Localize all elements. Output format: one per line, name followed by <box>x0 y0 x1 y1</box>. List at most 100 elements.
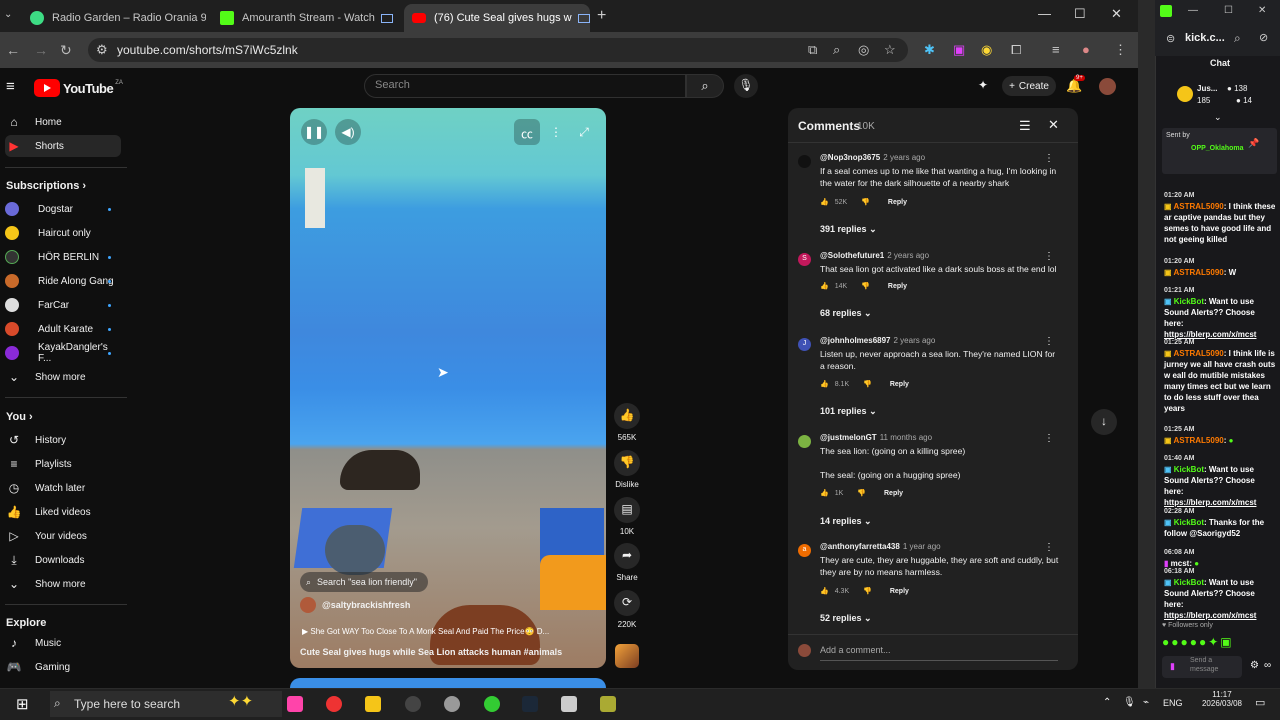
related-video-link[interactable]: ▶ She Got WAY Too Close To A Monk Seal A… <box>302 627 549 636</box>
reply-button[interactable]: Reply <box>890 588 909 595</box>
fullscreen-button[interactable]: ⤢ <box>571 119 597 145</box>
message-link[interactable]: https://blerp.com/x/mcst <box>1164 611 1256 620</box>
kebab-icon[interactable]: ⋮ <box>1044 542 1054 553</box>
forward-icon[interactable]: → <box>34 42 48 58</box>
clock[interactable]: 11:17 2026/03/08 <box>1197 690 1247 708</box>
comment-author[interactable]: @justmelonGT 11 months ago <box>820 433 932 442</box>
windows-start-icon[interactable]: ⊞ <box>16 695 29 713</box>
commenter-avatar[interactable]: J <box>798 338 811 351</box>
reply-button[interactable]: Reply <box>888 199 907 206</box>
kebab-icon[interactable]: ⋮ <box>1044 251 1054 262</box>
site-info-icon[interactable]: ⚙ <box>96 42 108 58</box>
sidebar-item-subscription[interactable]: Ride Along Gang <box>5 270 121 292</box>
message-user[interactable]: ASTRAL5090 <box>1173 268 1223 277</box>
sidebar-item-show-more[interactable]: ⌄ Show more <box>5 573 121 595</box>
sidebar-item-subscription[interactable]: KayakDangler's F... <box>5 342 121 364</box>
pin-icon[interactable]: 📌 <box>1248 138 1259 149</box>
kick-url[interactable]: kick.c... <box>1185 32 1225 44</box>
minimize-icon[interactable]: — <box>1188 5 1198 16</box>
video-title[interactable]: Cute Seal gives hugs while Sea Lion atta… <box>300 647 562 657</box>
network-icon[interactable]: ⌁ <box>1143 697 1149 708</box>
comment-author[interactable]: @anthonyfarretta438 1 year ago <box>820 542 941 551</box>
top-chatter-name[interactable]: Jus... <box>1197 84 1217 93</box>
extensions-puzzle-icon[interactable]: ⧠ <box>1011 42 1021 58</box>
view-replies-button[interactable]: 52 replies ⌄ <box>820 613 872 624</box>
search-icon[interactable]: ⌕ <box>1234 31 1241 46</box>
url-text[interactable]: youtube.com/shorts/mS7iWc5zlnk <box>117 43 298 57</box>
message-user[interactable]: ASTRAL5090 <box>1173 202 1223 211</box>
search-button[interactable]: ⌕ <box>686 74 724 98</box>
tab-list-chevron-icon[interactable]: ⌄ <box>4 9 12 20</box>
bookmark-star-icon[interactable]: ☆ <box>884 42 896 58</box>
dislike-action[interactable]: 👎 Dislike <box>614 450 640 489</box>
commenter-avatar[interactable] <box>798 155 811 168</box>
captions-button[interactable]: ㏄ <box>514 119 540 145</box>
voice-search-button[interactable]: 🎙 <box>734 74 758 98</box>
sidebar-item-playlists[interactable]: ≡ Playlists <box>5 453 121 475</box>
next-short-preview[interactable] <box>290 678 606 688</box>
commenter-avatar[interactable] <box>798 435 811 448</box>
notification-center-icon[interactable]: ▭ <box>1255 696 1265 709</box>
search-input[interactable]: Search <box>364 74 686 98</box>
comment-author[interactable]: @Solothefuture1 2 years ago <box>820 251 929 260</box>
install-app-icon[interactable]: ⧉ <box>808 42 817 58</box>
tray-chevron-icon[interactable]: ⌃ <box>1103 697 1111 708</box>
emote-picker-icon[interactable]: ∞ <box>1264 660 1271 671</box>
sidebar-item-liked-videos[interactable]: 👍 Liked videos <box>5 501 121 523</box>
close-icon[interactable]: ✕ <box>393 11 398 25</box>
reply-button[interactable]: Reply <box>884 490 903 497</box>
thumbs-up-icon[interactable]: 👍 <box>820 380 829 388</box>
file-explorer-icon[interactable] <box>365 696 381 712</box>
thumbs-down-icon[interactable]: 👎 <box>863 380 872 388</box>
obs-icon[interactable] <box>405 696 421 712</box>
sidebar-item-subscription[interactable]: HÖR BERLIN <box>5 246 121 268</box>
kebab-icon[interactable]: ⋮ <box>1044 336 1054 347</box>
tab-youtube-short[interactable]: (76) Cute Seal gives hugs w ✕ <box>404 4 590 32</box>
zoom-icon[interactable]: ⌕ <box>833 42 840 58</box>
maximize-icon[interactable]: ☐ <box>1074 6 1086 22</box>
thumbs-up-icon[interactable]: 👍 <box>820 489 829 497</box>
hamburger-menu-icon[interactable]: ≡ <box>6 78 15 95</box>
sound-thumbnail[interactable] <box>615 644 639 668</box>
sidebar-item-home[interactable]: ⌂ Home <box>5 111 121 133</box>
comment-author[interactable]: @johnholmes6897 2 years ago <box>820 336 935 345</box>
microphone-icon[interactable]: 🎙 <box>1123 697 1136 708</box>
extension-icon[interactable]: ▣ <box>953 42 965 58</box>
settings-icon[interactable]: ⚙ <box>1250 660 1259 671</box>
taskbar-app-icon[interactable] <box>287 696 303 712</box>
view-replies-button[interactable]: 391 replies ⌄ <box>820 224 877 235</box>
add-comment-input[interactable]: Add a comment... <box>820 645 891 655</box>
create-button[interactable]: + Create <box>1002 76 1056 96</box>
tab-kick-stream[interactable]: Amouranth Stream - Watch ✕ <box>212 4 398 32</box>
message-user[interactable]: ASTRAL5090 <box>1173 436 1223 445</box>
reply-button[interactable]: Reply <box>890 381 909 388</box>
sidebar-item-gaming[interactable]: 🎮 Gaming <box>5 656 121 678</box>
view-replies-button[interactable]: 68 replies ⌄ <box>820 308 872 319</box>
close-icon[interactable]: ✕ <box>1048 117 1059 133</box>
chrome-alt-icon[interactable] <box>484 696 500 712</box>
reply-button[interactable]: Reply <box>888 283 907 290</box>
taskbar-app-icon[interactable] <box>561 696 577 712</box>
view-replies-button[interactable]: 14 replies ⌄ <box>820 516 872 527</box>
tracking-eye-icon[interactable]: ◎ <box>858 42 869 58</box>
sidebar-item-downloads[interactable]: ⤓ Downloads <box>5 549 121 571</box>
sidebar-item-show-more[interactable]: ⌄ Show more <box>5 366 121 388</box>
subscriptions-header[interactable]: Subscriptions › <box>6 180 86 192</box>
thumbs-down-icon[interactable]: 👎 <box>863 587 872 595</box>
more-options-button[interactable]: ⋮ <box>543 119 569 145</box>
message-user[interactable]: KickBot <box>1174 297 1204 306</box>
back-icon[interactable]: ← <box>6 42 20 58</box>
extension-icon[interactable]: ✱ <box>924 42 935 58</box>
kebab-icon[interactable]: ⋮ <box>1044 433 1054 444</box>
thumbs-down-icon[interactable]: 👎 <box>861 198 870 206</box>
remix-action[interactable]: ⟳ 220K <box>614 590 640 629</box>
maximize-icon[interactable]: ☐ <box>1224 5 1233 16</box>
new-tab-icon[interactable]: + <box>597 7 606 25</box>
steam-icon[interactable] <box>522 696 538 712</box>
account-avatar[interactable] <box>1099 78 1116 95</box>
pin-expand-icon[interactable]: ⌄ <box>1214 112 1222 123</box>
sidebar-item-subscription[interactable]: Haircut only <box>5 222 121 244</box>
info-icon[interactable]: ⊜ <box>1166 32 1175 45</box>
thumbs-up-icon[interactable]: 👍 <box>820 198 829 206</box>
sort-icon[interactable]: ☰ <box>1019 118 1031 134</box>
